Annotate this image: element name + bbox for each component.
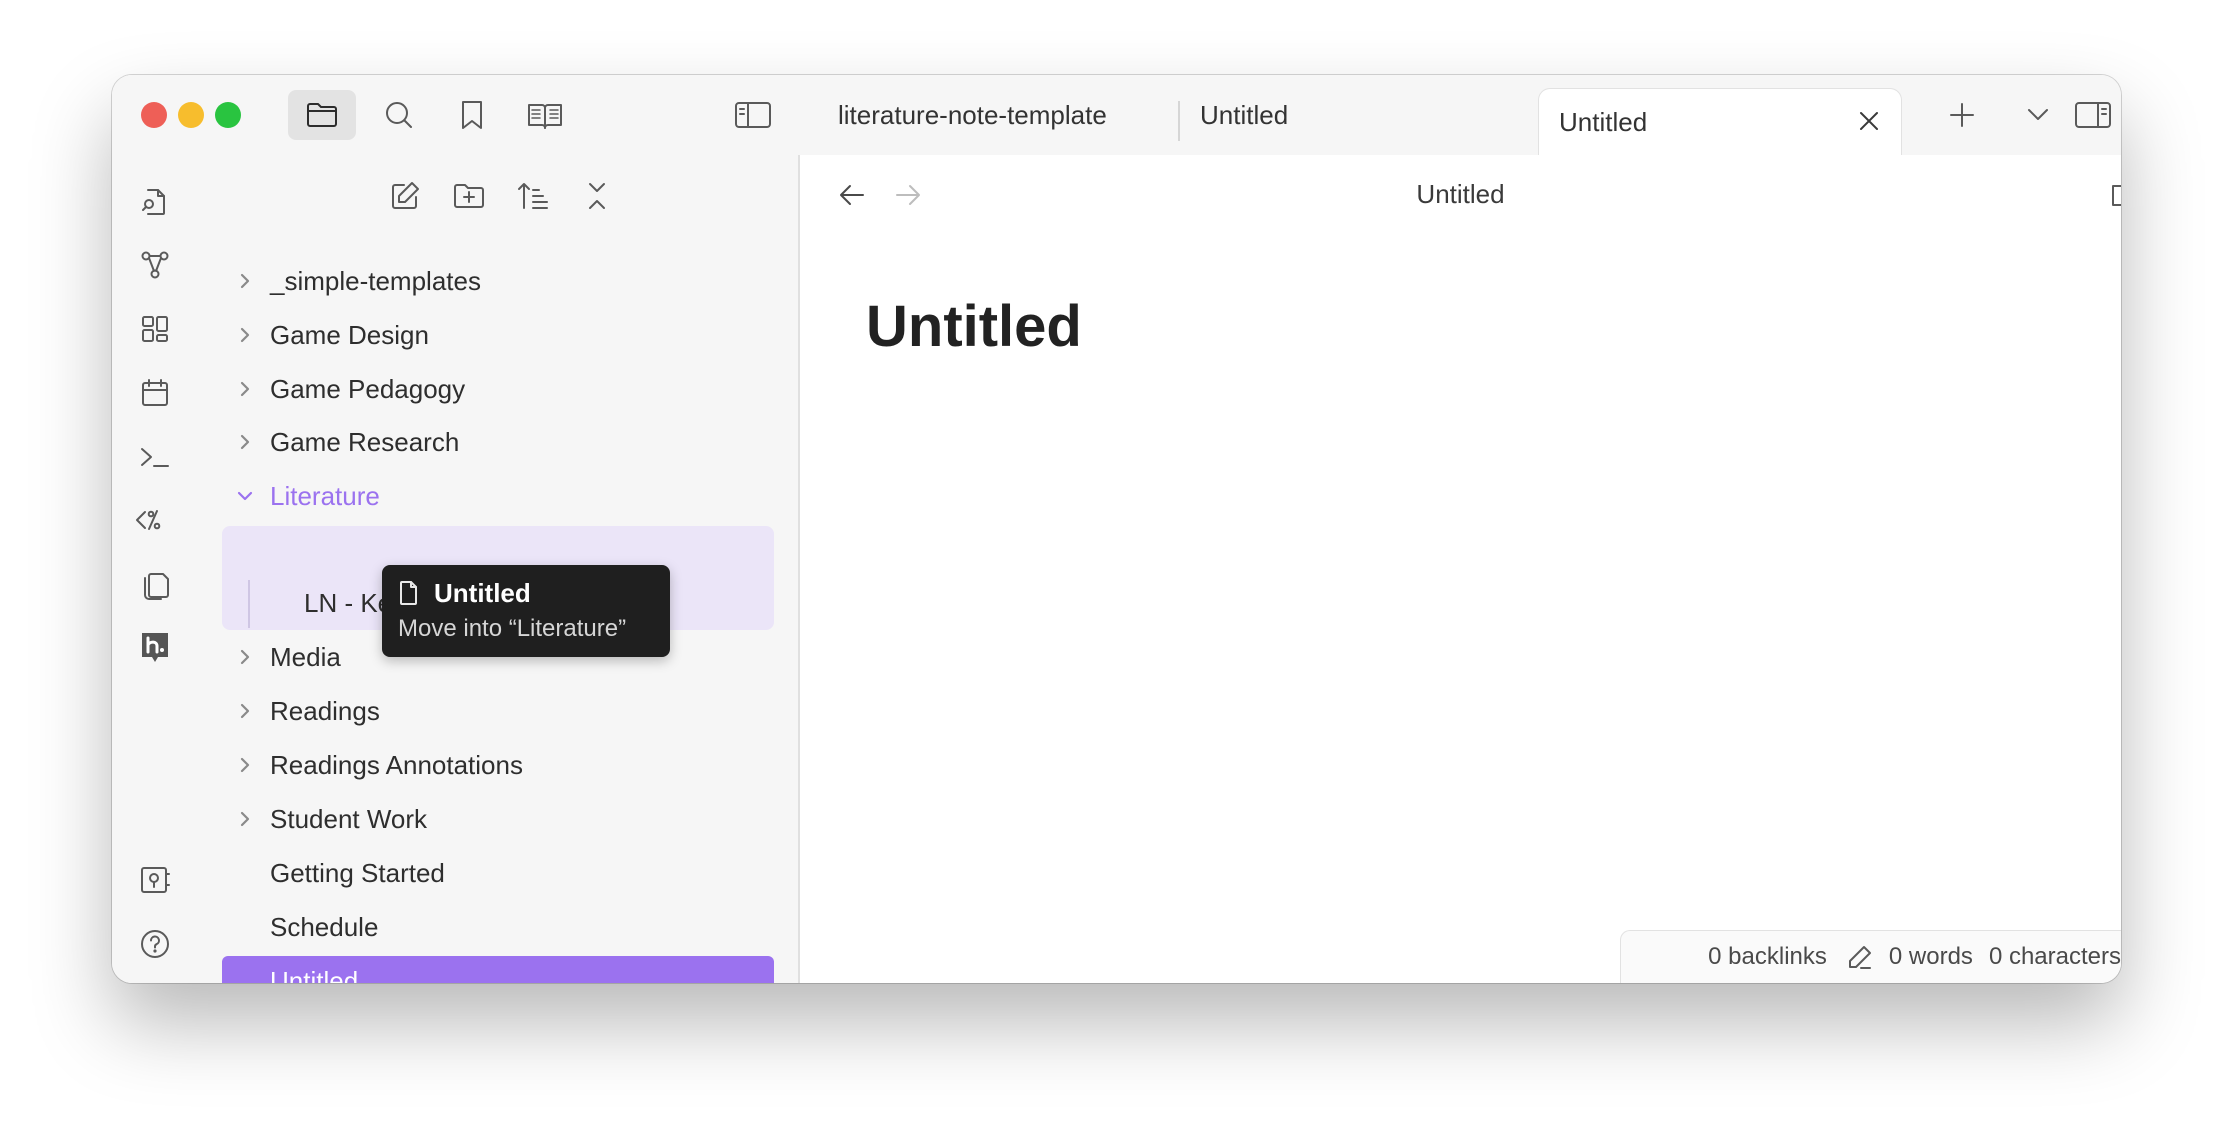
chevron-right-icon	[226, 739, 264, 791]
chevron-right-icon	[226, 363, 264, 415]
folder-literature[interactable]: Literature	[222, 470, 774, 522]
file-getting-started[interactable]: Getting Started	[222, 847, 774, 899]
folder-student-work[interactable]: Student Work	[222, 793, 774, 845]
file-explorer-tab-icon[interactable]	[288, 90, 356, 140]
tree-item-label: Game Design	[270, 319, 429, 350]
tree-item-label: Untitled	[270, 965, 359, 984]
chevron-down-icon	[226, 470, 264, 522]
close-tab-icon[interactable]	[1851, 103, 1887, 139]
tree-item-label: Getting Started	[270, 857, 445, 888]
chevron-right-icon	[226, 309, 264, 361]
drag-tooltip-filename: Untitled	[434, 578, 531, 608]
tree-item-label: Readings Annotations	[270, 749, 523, 780]
tree-item-label: Schedule	[270, 911, 379, 942]
status-bar: 0 backlinks 0 words 0 characters	[1620, 930, 2121, 983]
pencil-edit-icon[interactable]	[1847, 944, 1873, 970]
tab-literature-note-template[interactable]: literature-note-template	[818, 85, 1178, 145]
folder-game-design[interactable]: Game Design	[222, 309, 774, 361]
sort-icon[interactable]	[510, 173, 556, 219]
folder-readings-annotations[interactable]: Readings Annotations	[222, 739, 774, 791]
tree-item-label: _simple-templates	[270, 265, 481, 296]
bookmarks-tab-icon[interactable]	[447, 90, 497, 140]
annotations-tab-icon[interactable]	[520, 90, 570, 140]
graph-view-icon[interactable]	[130, 240, 180, 290]
character-count: 0 characters	[1988, 943, 2121, 970]
tab-untitled[interactable]: Untitled	[1180, 85, 1530, 145]
tree-item-label: Student Work	[270, 803, 428, 834]
new-folder-icon[interactable]	[446, 173, 492, 219]
left-ribbon	[112, 75, 199, 983]
drag-tooltip: Untitled Move into “Literature”	[382, 565, 670, 657]
tree-item-label: Media	[270, 641, 341, 672]
backlinks-count[interactable]: 0 backlinks	[1708, 943, 1827, 971]
chevron-right-icon	[226, 685, 264, 737]
tab-list-chevron-down-icon[interactable]	[2013, 90, 2063, 140]
folder-game-research[interactable]: Game Research	[222, 416, 774, 468]
search-tab-icon[interactable]	[374, 90, 424, 140]
chevron-right-icon	[226, 631, 264, 683]
editor-pane: Untitled Untitled 0 backlinks 0 words 0 …	[800, 155, 2121, 983]
canvas-icon[interactable]	[130, 304, 180, 354]
close-window-button[interactable]	[141, 102, 167, 128]
toggle-left-sidebar-icon[interactable]	[728, 90, 778, 140]
folder-game-pedagogy[interactable]: Game Pedagogy	[222, 363, 774, 415]
help-icon[interactable]	[130, 919, 180, 969]
zoom-window-button[interactable]	[215, 102, 241, 128]
reading-view-icon[interactable]	[2104, 173, 2121, 219]
command-palette-icon[interactable]	[130, 432, 180, 482]
tab-label: literature-note-template	[838, 99, 1107, 130]
tab-label: Untitled	[1559, 107, 1648, 137]
tree-item-label: Readings	[270, 695, 380, 726]
file-icon	[398, 579, 420, 607]
drag-tooltip-action: Move into “Literature”	[398, 615, 627, 642]
toggle-right-sidebar-icon[interactable]	[2068, 90, 2118, 140]
tree-item-label: Game Pedagogy	[270, 373, 466, 404]
left-titlebar	[112, 75, 800, 155]
app-window: _simple-templates Game Design Game Pedag…	[112, 75, 2121, 983]
chevron-right-icon	[226, 416, 264, 468]
chevron-right-icon	[226, 793, 264, 845]
minimize-window-button[interactable]	[178, 102, 204, 128]
new-tab-icon[interactable]	[1937, 90, 1987, 140]
tree-item-label: Literature	[270, 480, 380, 511]
file-untitled-active[interactable]: Untitled	[222, 956, 774, 983]
chevron-right-icon	[226, 255, 264, 307]
tab-bar: literature-note-template Untitled Untitl…	[800, 75, 2121, 157]
tab-untitled-active[interactable]: Untitled	[1538, 88, 1902, 157]
templater-icon[interactable]	[126, 495, 184, 545]
folder-simple-templates[interactable]: _simple-templates	[222, 255, 774, 307]
quick-switcher-icon[interactable]	[130, 177, 180, 227]
tree-item-label: Game Research	[270, 426, 460, 457]
vault-switcher-icon[interactable]	[130, 855, 180, 905]
view-header-title[interactable]: Untitled	[800, 179, 2121, 210]
word-count: 0 words	[1888, 943, 1973, 970]
templates-icon[interactable]	[130, 559, 180, 609]
tab-label: Untitled	[1200, 99, 1289, 130]
new-note-icon[interactable]	[382, 173, 428, 219]
hypothesis-icon[interactable]	[130, 623, 180, 673]
note-title[interactable]: Untitled	[866, 293, 1082, 360]
file-schedule[interactable]: Schedule	[222, 901, 774, 953]
daily-note-icon[interactable]	[130, 368, 180, 418]
file-explorer-pane: _simple-templates Game Design Game Pedag…	[198, 155, 800, 983]
folder-readings[interactable]: Readings	[222, 685, 774, 737]
settings-icon[interactable]	[130, 982, 180, 983]
collapse-all-icon[interactable]	[574, 173, 620, 219]
